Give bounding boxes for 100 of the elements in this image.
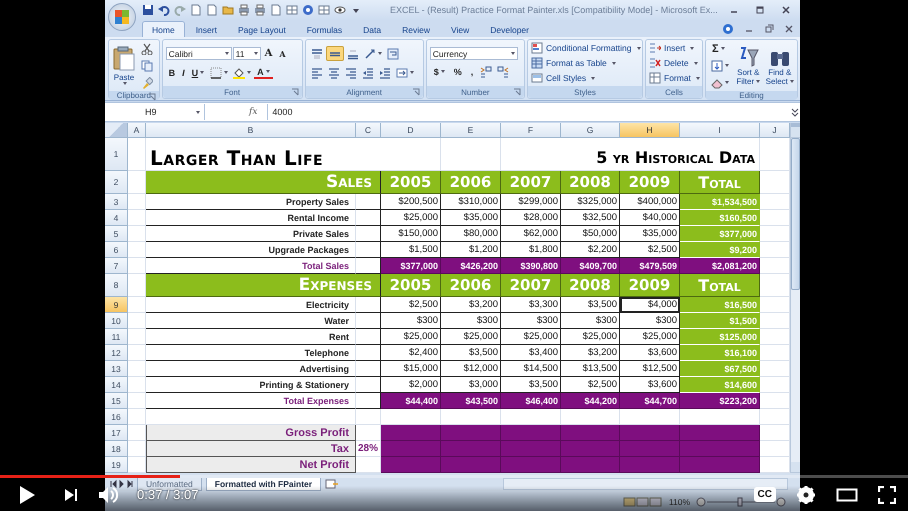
fill-button[interactable] <box>709 58 731 73</box>
horizontal-scrollbar[interactable] <box>503 478 788 490</box>
sheet-tab[interactable]: Formatted with FPainter <box>206 478 322 490</box>
grid-icon[interactable] <box>286 4 298 16</box>
row-header[interactable]: 9 <box>105 297 128 313</box>
dialog-launcher-icon[interactable] <box>513 88 521 96</box>
play-icon[interactable] <box>18 484 36 504</box>
vertical-scrollbar[interactable] <box>790 123 800 473</box>
captions-button[interactable]: CC <box>754 487 776 502</box>
autosum-button[interactable]: Σ <box>709 41 731 56</box>
ribbon-tab[interactable]: Page Layout <box>228 21 296 37</box>
theater-mode-icon[interactable] <box>836 488 858 502</box>
ribbon-command[interactable]: Format <box>649 71 700 85</box>
zoom-level[interactable]: 110% <box>668 497 690 507</box>
number-format-field[interactable]: Currency <box>430 47 518 60</box>
row-header[interactable]: 2 <box>105 171 128 194</box>
dialog-launcher-icon[interactable] <box>412 88 420 96</box>
ribbon-command[interactable]: Find & Select <box>766 46 794 86</box>
row-header[interactable]: 17 <box>105 425 128 441</box>
insert-sheet-icon[interactable] <box>325 479 340 489</box>
copy-button[interactable] <box>139 58 155 73</box>
ribbon-tab[interactable]: Formulas <box>296 21 352 37</box>
grid-icon[interactable] <box>318 4 330 16</box>
folder-icon[interactable] <box>222 4 234 16</box>
ribbon-tab[interactable]: Data <box>353 21 392 37</box>
close-icon[interactable] <box>784 24 794 34</box>
restore-icon[interactable] <box>764 24 774 34</box>
row-header[interactable]: 7 <box>105 258 128 274</box>
fullscreen-icon[interactable] <box>878 486 896 504</box>
ribbon-command[interactable]: Cell Styles <box>531 71 641 85</box>
view-layout-icon[interactable] <box>622 497 663 507</box>
ribbon-command[interactable]: Conditional Formatting <box>531 41 641 55</box>
row-header[interactable]: 10 <box>105 313 128 329</box>
column-header[interactable]: I <box>680 123 760 138</box>
wrap-text-button[interactable] <box>384 46 401 61</box>
zoom-slider-icon[interactable] <box>696 497 786 507</box>
name-box[interactable]: H9 <box>105 104 205 120</box>
skip-next-icon[interactable] <box>64 488 78 502</box>
function-label[interactable]: fx <box>249 107 258 117</box>
font-style-button[interactable]: U <box>188 65 208 80</box>
row-header[interactable]: 5 <box>105 226 128 242</box>
font-style-button[interactable]: I <box>179 65 188 80</box>
row-header[interactable]: 16 <box>105 409 128 425</box>
save-icon[interactable] <box>142 4 154 16</box>
number-format-button[interactable]: , <box>466 64 478 79</box>
ribbon-command[interactable]: Sort & Filter <box>734 46 762 86</box>
font-style-button[interactable]: B <box>166 65 178 80</box>
column-header[interactable]: A <box>128 123 146 138</box>
volume-icon[interactable] <box>98 484 120 504</box>
row-header[interactable]: 1 <box>105 138 128 171</box>
font-size-field[interactable]: 11 <box>232 47 261 60</box>
row-header[interactable]: 4 <box>105 210 128 226</box>
column-header[interactable]: J <box>760 123 790 138</box>
grow-font-button[interactable]: A <box>262 46 276 61</box>
ribbon-command[interactable]: Insert <box>649 41 700 55</box>
row-header[interactable]: 18 <box>105 441 128 457</box>
column-header[interactable]: G <box>561 123 620 138</box>
maximize-icon[interactable] <box>754 4 766 16</box>
sheet-tab[interactable]: Unformatted <box>137 478 202 490</box>
row-header[interactable]: 6 <box>105 242 128 258</box>
ribbon-tab[interactable]: Developer <box>480 21 539 37</box>
font-name-field[interactable]: Calibri <box>166 47 232 60</box>
sheet-navigation-icon[interactable] <box>109 479 133 489</box>
ribbon-command[interactable]: Format as Table <box>531 56 641 70</box>
printer-icon[interactable] <box>238 4 250 16</box>
paste-button[interactable]: Paste <box>112 46 136 85</box>
ribbon-command[interactable]: Delete <box>649 56 700 70</box>
row-header[interactable]: 8 <box>105 274 128 297</box>
eye-icon[interactable] <box>334 4 346 16</box>
document-icon[interactable] <box>270 4 282 16</box>
column-header[interactable]: B <box>146 123 356 138</box>
settings-icon[interactable] <box>796 484 816 504</box>
close-icon[interactable] <box>780 4 792 16</box>
printer-icon[interactable] <box>254 4 266 16</box>
cut-button[interactable] <box>139 41 155 56</box>
increase-decimal-button[interactable] <box>478 64 494 79</box>
row-header[interactable]: 15 <box>105 393 128 409</box>
font-color-button[interactable]: A <box>254 66 273 79</box>
row-header[interactable]: 13 <box>105 361 128 377</box>
row-header[interactable]: 3 <box>105 194 128 210</box>
formula-field[interactable]: 4000 <box>267 104 790 120</box>
undo-icon[interactable] <box>158 4 170 16</box>
dialog-launcher-icon[interactable] <box>290 88 299 96</box>
row-header[interactable]: 14 <box>105 377 128 393</box>
row-header[interactable]: 12 <box>105 345 128 361</box>
shrink-font-button[interactable]: A <box>276 46 289 61</box>
row-header[interactable]: 11 <box>105 329 128 345</box>
column-header[interactable]: C <box>356 123 381 138</box>
ribbon-tab[interactable]: Review <box>392 21 440 37</box>
ribbon-tab[interactable]: View <box>440 21 480 37</box>
document-icon[interactable] <box>206 4 218 16</box>
progress-bar[interactable] <box>0 475 908 478</box>
borders-button[interactable] <box>208 65 230 80</box>
document-icon[interactable] <box>190 4 202 16</box>
number-format-button[interactable]: $ <box>430 64 449 79</box>
column-header[interactable]: E <box>441 123 501 138</box>
ribbon-tab[interactable]: Home <box>142 21 185 37</box>
column-header[interactable]: D <box>381 123 441 138</box>
number-format-button[interactable]: % <box>450 64 466 79</box>
middle-align-button[interactable] <box>326 46 344 61</box>
